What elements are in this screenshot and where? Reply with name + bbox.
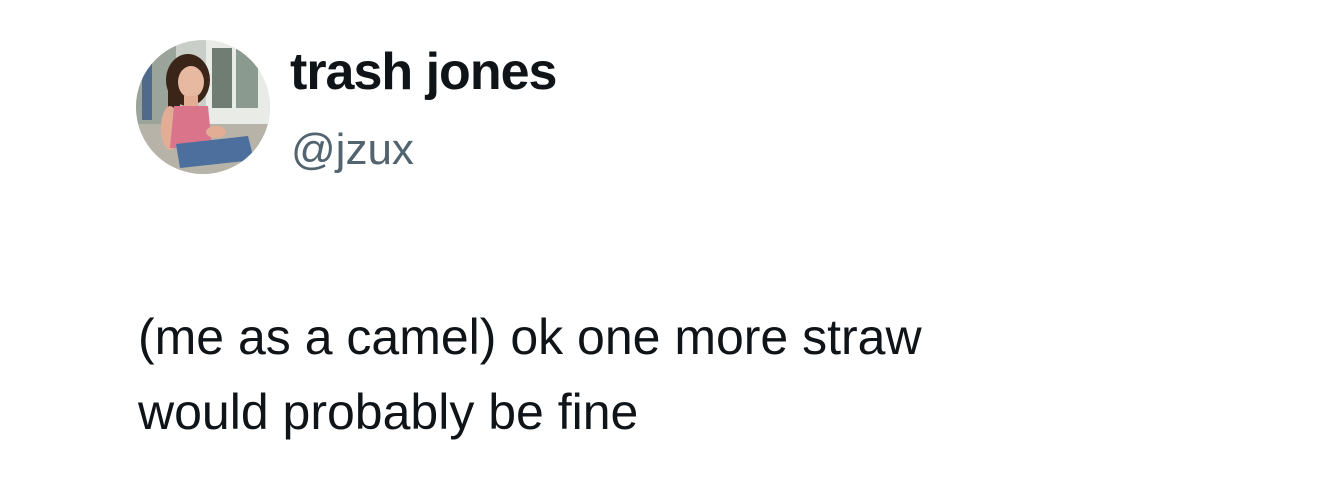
avatar-photo (136, 40, 270, 174)
author-handle[interactable]: @jzux (291, 122, 414, 178)
tweet-text: (me as a camel) ok one more straw would … (138, 300, 1238, 450)
avatar[interactable] (136, 40, 270, 174)
tweet-text-line: (me as a camel) ok one more straw (138, 309, 922, 365)
tweet-card: trash jones @jzux (me as a camel) ok one… (0, 0, 1320, 489)
author-display-name[interactable]: trash jones (290, 40, 557, 104)
tweet-text-line: would probably be fine (138, 384, 639, 440)
